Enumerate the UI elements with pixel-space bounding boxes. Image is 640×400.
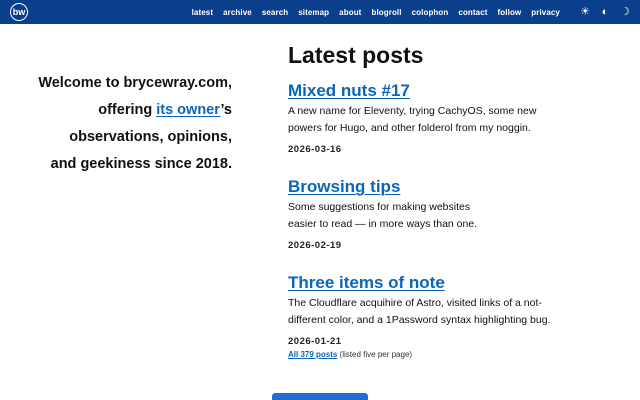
- nav-about[interactable]: about: [339, 8, 361, 17]
- main-nav: latest archive search sitemap about blog…: [192, 0, 560, 24]
- welcome-line-1: Welcome to brycewray.com,: [38, 75, 232, 91]
- post-summary: The Cloudflare acquihire of Astro, visit…: [288, 297, 551, 326]
- site-header: bw latest archive search sitemap about b…: [0, 0, 640, 24]
- welcome-line-2-prefix: offering: [98, 102, 157, 118]
- site-logo[interactable]: bw: [10, 3, 28, 21]
- post-item: Mixed nuts #17 A new name for Eleventy, …: [288, 80, 588, 156]
- nav-sitemap[interactable]: sitemap: [298, 8, 329, 17]
- welcome-line-4: and geekiness since 2018.: [50, 156, 232, 172]
- all-posts-note: (listed five per page): [337, 350, 413, 359]
- nav-follow[interactable]: follow: [498, 8, 522, 17]
- welcome-line-2-suffix: ’s: [220, 102, 232, 118]
- welcome-text: Welcome to brycewray.com, offering its o…: [2, 70, 232, 178]
- post-summary: Some suggestions for making websites eas…: [288, 201, 478, 230]
- all-posts-line: All 379 posts (listed five per page): [288, 350, 412, 359]
- nav-colophon[interactable]: colophon: [412, 8, 449, 17]
- nav-contact[interactable]: contact: [458, 8, 487, 17]
- post-date: 2026-01-21: [288, 336, 342, 347]
- moon-icon[interactable]: ☽: [620, 6, 630, 18]
- post-title-link[interactable]: Mixed nuts #17: [288, 80, 410, 102]
- half-circle-icon[interactable]: ◐: [600, 6, 610, 18]
- post-item: Browsing tips Some suggestions for makin…: [288, 176, 588, 252]
- post-item: Three items of note The Cloudflare acqui…: [288, 272, 588, 348]
- welcome-line-2: offering its owner’s: [2, 97, 232, 124]
- nav-blogroll[interactable]: blogroll: [371, 8, 401, 17]
- latest-posts-section: Latest posts Mixed nuts #17 A new name f…: [288, 40, 588, 348]
- nav-search[interactable]: search: [262, 8, 288, 17]
- post-date: 2026-02-19: [288, 240, 342, 251]
- nav-archive[interactable]: archive: [223, 8, 252, 17]
- nav-latest[interactable]: latest: [192, 8, 214, 17]
- sun-icon[interactable]: ☀: [580, 6, 590, 18]
- theme-switcher: ☀ ◐ ☽: [580, 0, 630, 24]
- post-title-link[interactable]: Browsing tips: [288, 176, 400, 198]
- post-title-link[interactable]: Three items of note: [288, 272, 445, 294]
- welcome-line-3: observations, opinions,: [69, 129, 232, 145]
- bottom-button[interactable]: [272, 393, 368, 400]
- its-owner-link[interactable]: its owner: [156, 102, 220, 118]
- all-posts-link[interactable]: All 379 posts: [288, 350, 337, 359]
- post-date: 2026-03-16: [288, 144, 342, 155]
- page-title: Latest posts: [288, 42, 424, 68]
- nav-privacy[interactable]: privacy: [531, 8, 560, 17]
- post-summary: A new name for Eleventy, trying CachyOS,…: [288, 105, 537, 134]
